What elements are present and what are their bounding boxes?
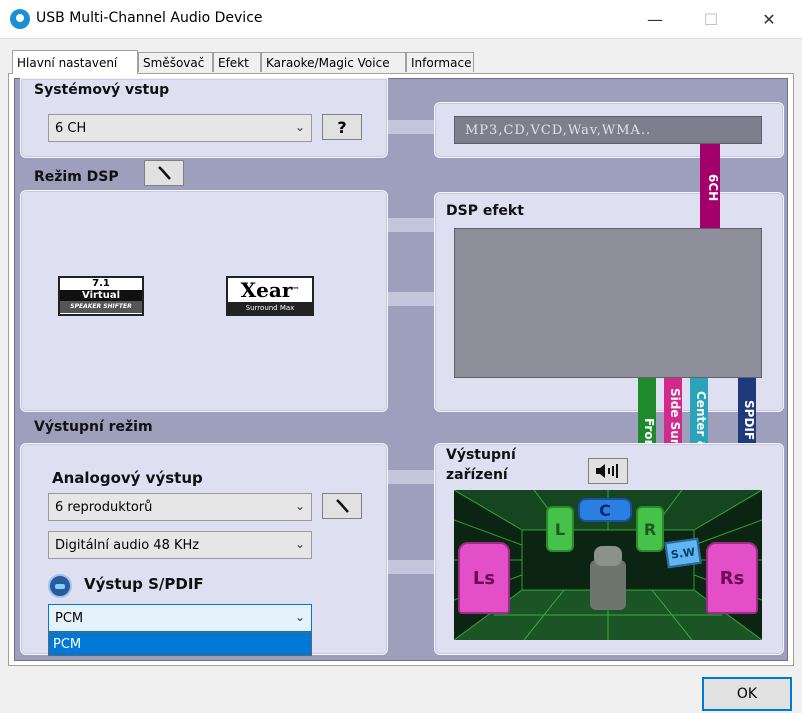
speaker-right[interactable]: R <box>636 506 664 552</box>
spdif-format-dropdown: PCM <box>48 632 312 656</box>
chevron-down-icon: ⌄ <box>294 610 305 624</box>
virtual-speaker-shifter-logo[interactable]: 7.1 Virtual SPEAKER SHIFTER <box>58 276 144 316</box>
tab-mixer[interactable]: Směšovač <box>138 52 213 72</box>
output-mode-label: Výstupní režim <box>34 419 153 435</box>
app-icon <box>10 9 30 29</box>
tab-effect[interactable]: Efekt <box>213 52 261 72</box>
dsp-effect-display <box>454 228 762 378</box>
speaker-left[interactable]: L <box>546 506 574 552</box>
title-bar: USB Multi-Channel Audio Device — ☐ ✕ <box>0 0 802 39</box>
speaker-config-value: 6 reproduktorů <box>55 499 153 515</box>
virtual-logo-mid: Virtual <box>60 290 142 301</box>
connector-bar <box>386 218 434 232</box>
xear-surround-max-logo[interactable]: Xear™ Surround Max <box>226 276 314 316</box>
hammer-icon <box>336 499 349 513</box>
connector-bar <box>386 560 434 574</box>
speaker-center[interactable]: C <box>578 498 632 522</box>
digital-audio-select[interactable]: Digitální audio 48 KHz ⌄ <box>48 531 312 559</box>
chevron-down-icon: ⌄ <box>294 120 305 134</box>
speaker-config-select[interactable]: 6 reproduktorů ⌄ <box>48 493 312 521</box>
speaker-config-button[interactable] <box>322 493 362 519</box>
tab-main-settings[interactable]: Hlavní nastavení <box>12 50 138 74</box>
speaker-test-button[interactable] <box>588 458 628 484</box>
analog-output-label: Analogový výstup <box>52 469 203 487</box>
connector-bar <box>386 470 434 484</box>
chevron-down-icon: ⌄ <box>294 537 305 551</box>
virtual-logo-top: 7.1 <box>92 278 110 289</box>
help-button[interactable]: ? <box>322 114 362 140</box>
virtual-logo-bottom: SPEAKER SHIFTER <box>60 301 142 313</box>
speaker-volume-icon <box>596 464 618 478</box>
dsp-mode-button[interactable] <box>144 160 184 186</box>
maximize-button[interactable]: ☐ <box>688 4 734 34</box>
digital-audio-value: Digitální audio 48 KHz <box>55 537 200 553</box>
chevron-down-icon: ⌄ <box>294 499 305 513</box>
source-display: MP3,CD,VCD,Wav,WMA.. <box>454 116 762 144</box>
close-button[interactable]: ✕ <box>746 4 792 34</box>
xear-logo-main: Xear <box>240 278 293 302</box>
dsp-mode-label: Režim DSP <box>34 169 119 185</box>
xear-logo-tm: ™ <box>292 285 300 294</box>
spdif-output-label: Výstup S/PDIF <box>84 575 204 593</box>
dsp-effect-label: DSP efekt <box>446 203 524 219</box>
speaker-subwoofer[interactable]: S.W <box>664 537 702 569</box>
system-input-label: Systémový vstup <box>34 82 170 98</box>
speaker-left-surround[interactable]: Ls <box>458 542 510 614</box>
output-device-label-line2: zařízení <box>446 467 508 483</box>
system-input-select[interactable]: 6 CH ⌄ <box>48 114 312 142</box>
spdif-format-value: PCM <box>55 610 84 626</box>
connector-bar <box>382 120 434 134</box>
hammer-icon <box>158 166 171 180</box>
window-title: USB Multi-Channel Audio Device <box>36 10 263 26</box>
xear-logo-sub: Surround Max <box>228 302 312 314</box>
minimize-button[interactable]: — <box>632 4 678 34</box>
tab-info[interactable]: Informace <box>406 52 474 72</box>
output-device-label-line1: Výstupní <box>446 447 516 463</box>
system-input-value: 6 CH <box>55 120 87 136</box>
speaker-right-surround[interactable]: Rs <box>706 542 758 614</box>
speaker-room: L C R S.W Ls Rs <box>454 490 762 640</box>
spdif-format-select[interactable]: PCM ⌄ <box>48 604 312 632</box>
dropdown-option-pcm[interactable]: PCM <box>49 633 311 655</box>
spdif-toggle-icon[interactable] <box>48 574 72 598</box>
connector-bar <box>386 292 434 306</box>
ok-button[interactable]: OK <box>702 677 792 711</box>
six-channel-tag: 6CH <box>700 144 720 228</box>
tab-karaoke[interactable]: Karaoke/Magic Voice <box>261 52 406 72</box>
